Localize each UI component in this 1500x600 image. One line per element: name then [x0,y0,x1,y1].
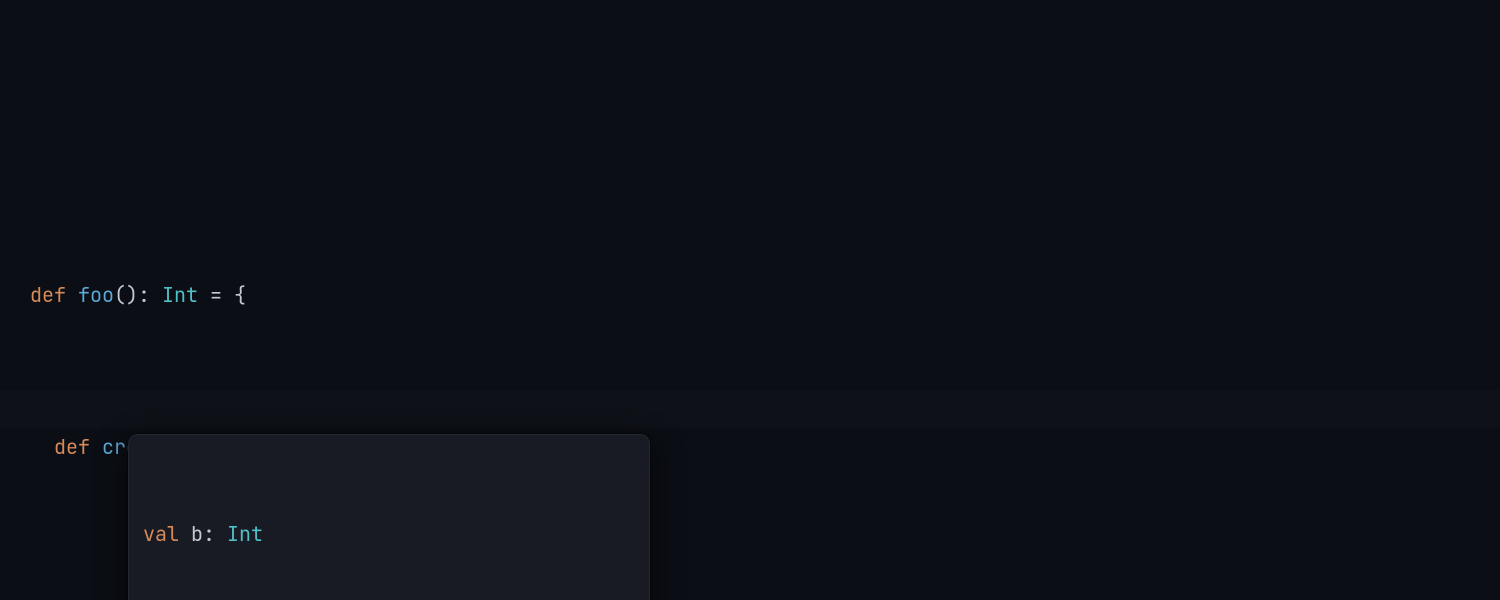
current-line-highlight [0,390,1500,428]
mouse-cursor-ibeam-icon [132,410,146,430]
code-editor[interactable]: def foo(): Int = { def createTuple(): (I… [0,0,1500,600]
tooltip-signature-row: val b: Int [129,517,649,551]
text [90,434,102,460]
text: (): [114,282,162,308]
indent [30,434,54,460]
hover-tooltip[interactable]: val b: Int unused-imports-scala3 [128,434,650,600]
code-line[interactable]: def foo(): Int = { [30,276,1500,314]
text [179,521,191,547]
type: Int [162,282,198,308]
text: : [203,521,227,547]
keyword: val [143,521,179,547]
function-name: foo [78,282,114,308]
keyword: def [54,434,90,460]
type: Int [227,521,263,547]
text: = { [198,282,246,308]
text [66,282,78,308]
identifier: b [191,521,203,547]
keyword: def [30,282,66,308]
